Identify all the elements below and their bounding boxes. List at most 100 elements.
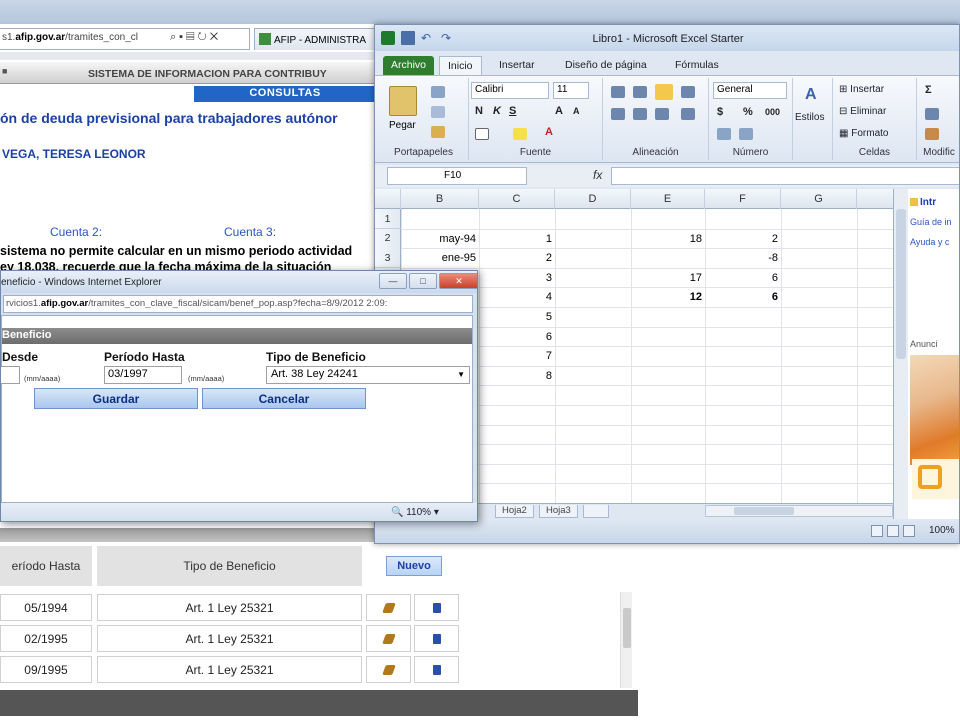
- tab-archivo[interactable]: Archivo: [383, 56, 435, 75]
- desde-input[interactable]: [1, 366, 20, 384]
- wrap-text-icon[interactable]: [681, 86, 695, 98]
- formula-input[interactable]: [611, 167, 959, 185]
- scroll-thumb[interactable]: [734, 507, 794, 515]
- sheet-tab-hoja3[interactable]: Hoja3: [539, 505, 578, 518]
- align-bottom-icon[interactable]: [655, 84, 673, 100]
- align-center-icon[interactable]: [633, 108, 647, 120]
- fill-color-icon[interactable]: [513, 128, 527, 140]
- cell-e[interactable]: [631, 346, 705, 366]
- cell-c[interactable]: [479, 209, 555, 229]
- tab-insertar[interactable]: Insertar: [491, 56, 543, 75]
- cell-f[interactable]: 6: [705, 268, 781, 288]
- tab-formulas[interactable]: Fórmulas: [667, 56, 727, 75]
- address-icons[interactable]: ⌕▪▤↻✕: [170, 31, 221, 44]
- side-link-guia[interactable]: Guía de in: [910, 217, 952, 227]
- cut-icon[interactable]: [431, 86, 445, 98]
- scroll-thumb[interactable]: [623, 608, 631, 648]
- pencil-icon[interactable]: [381, 633, 396, 644]
- col-header-b[interactable]: B: [401, 189, 479, 209]
- grow-font-icon[interactable]: A: [555, 105, 563, 117]
- close-icon[interactable]: ✕: [439, 273, 477, 289]
- thousands-icon[interactable]: 000: [765, 107, 780, 117]
- decrease-decimal-icon[interactable]: [739, 128, 753, 140]
- name-box[interactable]: F10: [387, 167, 527, 185]
- bold-icon[interactable]: N: [475, 105, 483, 117]
- minimize-icon[interactable]: —: [379, 273, 407, 289]
- cancelar-button[interactable]: Cancelar: [202, 388, 366, 409]
- cell-e[interactable]: [631, 366, 705, 386]
- align-right-icon[interactable]: [655, 108, 669, 120]
- format-painter-icon[interactable]: [431, 126, 445, 138]
- col-header-f[interactable]: F: [705, 189, 781, 209]
- paste-icon[interactable]: [389, 86, 417, 116]
- horizontal-scrollbar[interactable]: [705, 505, 893, 517]
- currency-icon[interactable]: $: [717, 106, 723, 118]
- cell-f[interactable]: [705, 366, 781, 386]
- cell-c[interactable]: 5: [479, 307, 555, 327]
- fx-icon[interactable]: fx: [593, 168, 602, 182]
- col-header-g[interactable]: G: [781, 189, 857, 209]
- cell-b[interactable]: ene-95: [401, 248, 479, 268]
- cell-f[interactable]: [705, 209, 781, 229]
- insert-cells-button[interactable]: ⊞ Insertar: [839, 84, 884, 95]
- table-row-1-edit[interactable]: [366, 594, 411, 621]
- sheet-tab-hoja2[interactable]: Hoja2: [495, 505, 534, 518]
- cell-b[interactable]: may-94: [401, 229, 479, 249]
- styles-icon[interactable]: A: [805, 86, 817, 104]
- align-top-icon[interactable]: [611, 86, 625, 98]
- format-cells-button[interactable]: ▦ Formato: [839, 128, 888, 139]
- col-header-d[interactable]: D: [555, 189, 631, 209]
- paste-button-label[interactable]: Pegar: [389, 120, 416, 131]
- search-icon[interactable]: ⌕: [170, 31, 179, 43]
- page-break-icon[interactable]: [903, 525, 915, 537]
- fill-icon[interactable]: [925, 108, 939, 120]
- italic-icon[interactable]: K: [493, 105, 501, 117]
- styles-button[interactable]: Estilos: [795, 112, 824, 123]
- consultas-menu[interactable]: CONSULTAS: [194, 86, 376, 102]
- popup-address-bar[interactable]: rvicios1.afip.gov.ar/tramites_con_clave_…: [3, 295, 473, 313]
- tab-diseno-pagina[interactable]: Diseño de página: [557, 56, 655, 75]
- percent-icon[interactable]: %: [743, 106, 753, 118]
- close-icon[interactable]: ✕: [210, 31, 221, 43]
- align-middle-icon[interactable]: [633, 86, 647, 98]
- cell-c[interactable]: 3: [479, 268, 555, 288]
- cell-c[interactable]: 6: [479, 327, 555, 347]
- table-row-1-delete[interactable]: [414, 594, 459, 621]
- cell-e[interactable]: [631, 307, 705, 327]
- table-scrollbar[interactable]: [620, 592, 632, 688]
- page-layout-icon[interactable]: [887, 525, 899, 537]
- tab-inicio[interactable]: Inicio: [439, 56, 482, 75]
- cell-e[interactable]: [631, 209, 705, 229]
- cell-f[interactable]: -8: [705, 248, 781, 268]
- autosum-icon[interactable]: Σ: [925, 84, 932, 96]
- normal-view-icon[interactable]: [871, 525, 883, 537]
- refresh-icon[interactable]: ↻: [197, 31, 209, 43]
- cell-e[interactable]: [631, 248, 705, 268]
- tipo-beneficio-select[interactable]: Art. 38 Ley 24241 ▼: [266, 366, 470, 384]
- table-row-2-delete[interactable]: [414, 625, 459, 652]
- underline-icon[interactable]: S: [509, 105, 516, 117]
- shrink-font-icon[interactable]: A: [573, 106, 580, 116]
- cell-c[interactable]: 2: [479, 248, 555, 268]
- cell-f[interactable]: [705, 307, 781, 327]
- col-header-c[interactable]: C: [479, 189, 555, 209]
- compat-icon[interactable]: ▤: [186, 31, 197, 43]
- cell-f[interactable]: 2: [705, 229, 781, 249]
- borders-icon[interactable]: [475, 128, 489, 140]
- cell-e[interactable]: [631, 327, 705, 347]
- new-sheet-icon[interactable]: [583, 505, 609, 518]
- zoom-level[interactable]: 100%: [929, 525, 955, 536]
- side-link-ayuda[interactable]: Ayuda y c: [910, 237, 949, 247]
- align-left-icon[interactable]: [611, 108, 625, 120]
- cell-b[interactable]: [401, 209, 479, 229]
- increase-decimal-icon[interactable]: [717, 128, 731, 140]
- trash-icon[interactable]: [432, 633, 441, 644]
- font-size-select[interactable]: 11: [553, 82, 589, 99]
- trash-icon[interactable]: [432, 664, 441, 675]
- cell-c[interactable]: 1: [479, 229, 555, 249]
- select-all-corner[interactable]: [375, 189, 401, 209]
- merge-center-icon[interactable]: [681, 108, 695, 120]
- cell-e[interactable]: 17: [631, 268, 705, 288]
- hasta-input[interactable]: 03/1997: [104, 366, 182, 384]
- cell-c[interactable]: 7: [479, 346, 555, 366]
